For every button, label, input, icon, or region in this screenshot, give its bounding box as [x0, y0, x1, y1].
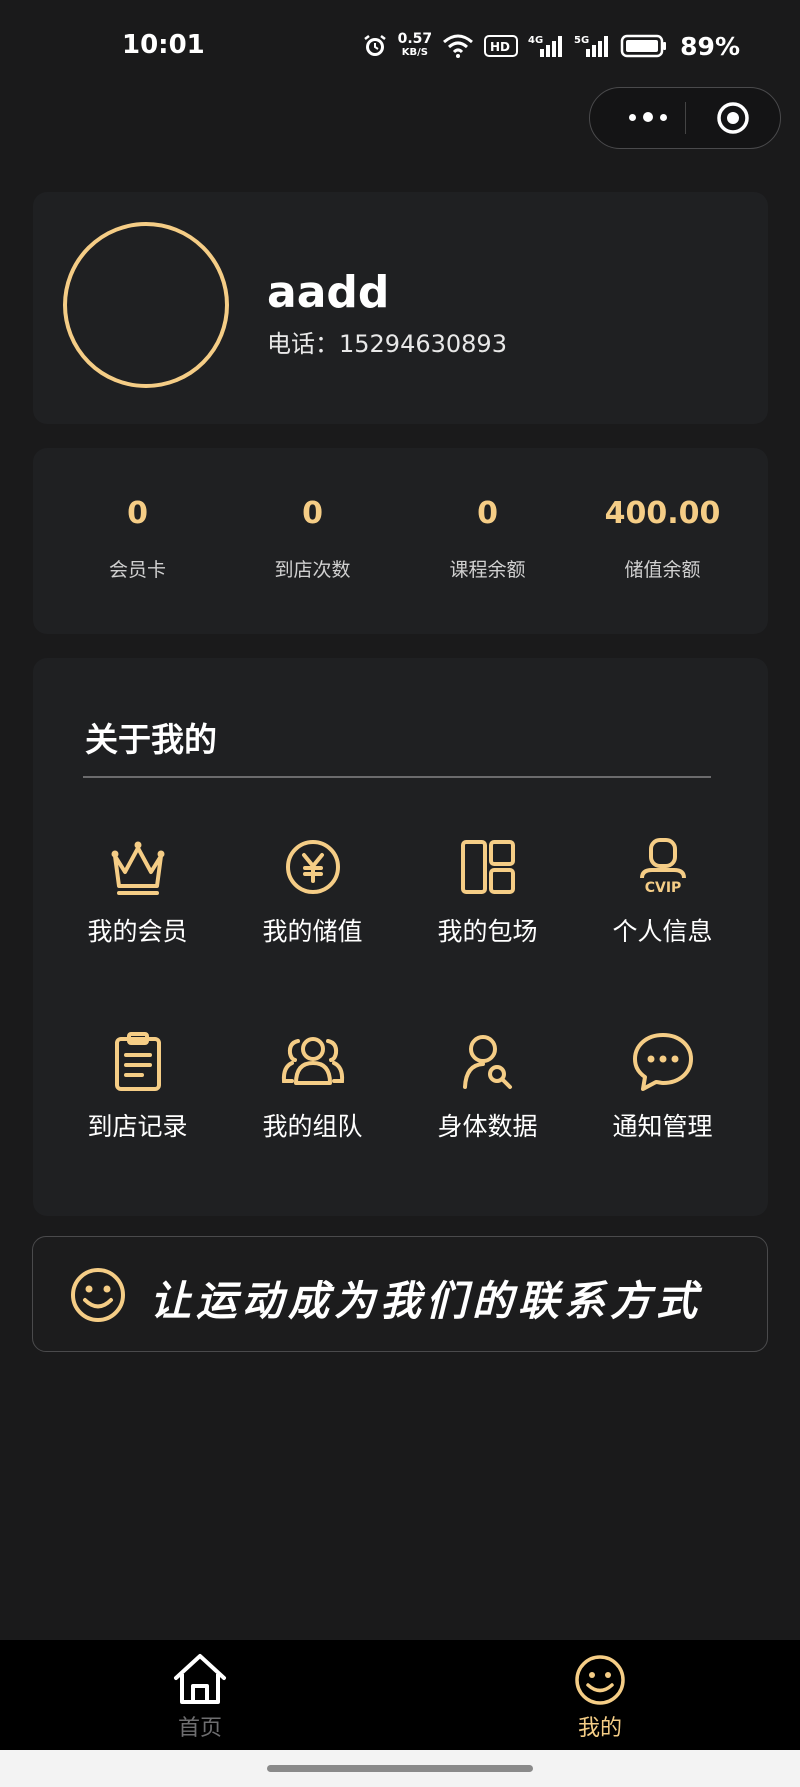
menu-label: 我的包场 — [437, 917, 538, 946]
about-card: 关于我的 我的会员 我的储值 我的包场 CVIP 个人信息 到店记录 我的组队 … — [33, 658, 768, 1216]
close-target-icon[interactable] — [716, 101, 750, 135]
menu-label: 到店记录 — [87, 1112, 188, 1141]
stat-value: 400.00 — [604, 496, 721, 531]
tab-label: 我的 — [577, 1716, 622, 1741]
network-speed-value: 0.57 — [397, 31, 433, 47]
network-speed: 0.57 KB/S — [397, 31, 433, 59]
more-menu-button[interactable] — [618, 102, 678, 132]
stat-label: 课程余额 — [449, 559, 526, 581]
avatar[interactable] — [63, 222, 229, 388]
menu-personal-info[interactable]: CVIP 个人信息 — [575, 834, 750, 974]
home-icon — [174, 1654, 226, 1704]
hd-icon: HD — [484, 34, 519, 58]
phone-number: 电话：15294630893 — [267, 330, 507, 358]
crown-icon — [111, 841, 165, 895]
battery-percent: 89% — [680, 31, 740, 61]
capsule-divider — [685, 102, 686, 134]
signal-4g-label: 4G — [528, 35, 543, 46]
menu-my-team[interactable]: 我的组队 — [225, 1029, 400, 1169]
menu-label: 我的组队 — [262, 1112, 363, 1141]
smile-icon — [71, 1268, 125, 1322]
stat-value: 0 — [127, 496, 148, 531]
menu-label: 个人信息 — [612, 917, 713, 946]
status-bar: 10:01 0.57 KB/S HD 4G 5G 89% — [0, 0, 800, 95]
user-search-icon — [463, 1035, 512, 1089]
status-icons: 0.57 KB/S HD 4G 5G 89% — [362, 28, 740, 64]
system-navigation-bar — [0, 1750, 800, 1787]
menu-my-venue-booking[interactable]: 我的包场 — [400, 834, 575, 974]
stat-label: 会员卡 — [108, 559, 166, 581]
svg-text:CVIP: CVIP — [645, 880, 682, 896]
battery-icon — [620, 33, 668, 59]
tab-label: 首页 — [177, 1716, 222, 1741]
menu-my-stored-value[interactable]: 我的储值 — [225, 834, 400, 974]
status-time: 10:01 — [122, 30, 205, 60]
tab-mine[interactable]: 我的 — [500, 1640, 700, 1750]
menu-label: 身体数据 — [437, 1112, 538, 1141]
stats-card: 0 会员卡 0 到店次数 0 课程余额 400.00 储值余额 — [33, 448, 768, 634]
tab-home[interactable]: 首页 — [100, 1640, 300, 1750]
hd-label: HD — [490, 40, 510, 54]
miniprogram-capsule — [589, 87, 781, 149]
about-title: 关于我的 — [85, 720, 217, 759]
slogan-banner: 让运动成为我们的联系方式 — [32, 1236, 768, 1352]
menu-body-data[interactable]: 身体数据 — [400, 1029, 575, 1169]
username: aadd — [267, 267, 390, 318]
layout-grid-icon — [461, 840, 515, 894]
chat-bubble-icon — [633, 1033, 693, 1091]
stat-value: 0 — [302, 496, 323, 531]
stat-label: 到店次数 — [274, 559, 351, 581]
yen-coin-icon — [286, 840, 340, 894]
menu-store-records[interactable]: 到店记录 — [50, 1029, 225, 1169]
alarm-icon — [362, 33, 388, 59]
menu-notification-settings[interactable]: 通知管理 — [575, 1029, 750, 1169]
stat-value: 0 — [477, 496, 498, 531]
signal-4g-icon: 4G — [528, 33, 564, 59]
slogan-text: 让运动成为我们的联系方式 — [150, 1277, 702, 1325]
team-icon — [281, 1037, 345, 1085]
menu-label: 我的储值 — [262, 917, 363, 946]
about-divider — [83, 776, 711, 778]
clipboard-icon — [115, 1032, 161, 1091]
wifi-icon — [442, 33, 474, 59]
bottom-tab-bar: 首页 我的 — [0, 1640, 800, 1750]
menu-label: 通知管理 — [612, 1112, 713, 1141]
signal-5g-label: 5G — [574, 35, 589, 46]
home-indicator[interactable] — [267, 1765, 533, 1772]
profile-card: aadd 电话：15294630893 — [33, 192, 768, 424]
stat-label: 储值余额 — [624, 559, 701, 581]
smile-icon — [575, 1655, 625, 1705]
signal-5g-icon: 5G — [574, 33, 610, 59]
network-speed-unit: KB/S — [401, 47, 428, 58]
vip-user-icon: CVIP — [640, 838, 686, 896]
menu-my-membership[interactable]: 我的会员 — [50, 834, 225, 974]
menu-label: 我的会员 — [87, 917, 188, 946]
